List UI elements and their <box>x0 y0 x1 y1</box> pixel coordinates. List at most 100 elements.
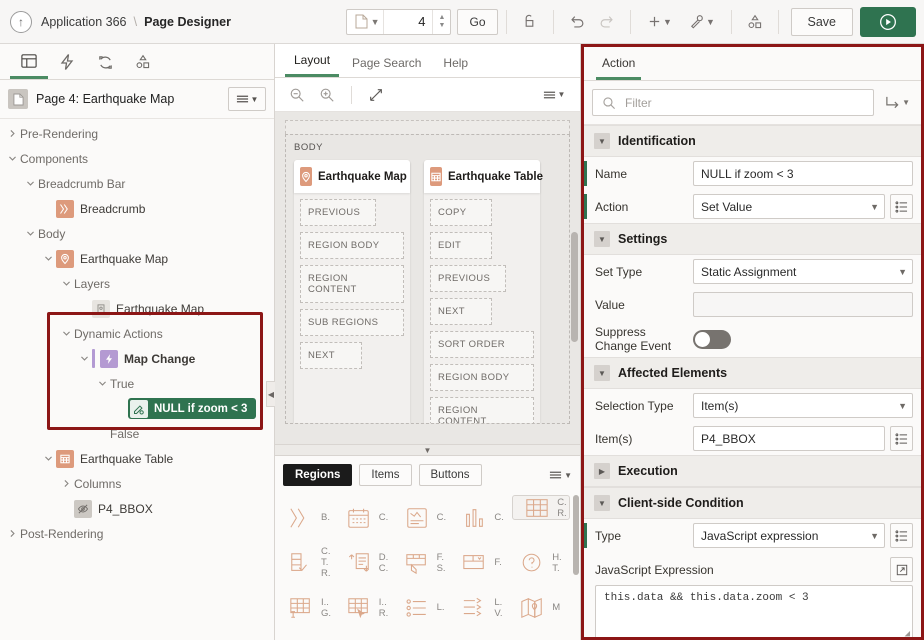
region-card-header[interactable]: Earthquake Table <box>424 160 543 193</box>
tree-twisty-down-icon[interactable] <box>58 326 74 342</box>
property-section-header[interactable]: ▼ Settings <box>584 223 921 255</box>
page-selector[interactable]: ▼ 4 ▲ ▼ <box>345 8 452 35</box>
tree-node[interactable]: Layers <box>0 271 274 296</box>
gallery-item[interactable]: F. S. <box>397 540 455 585</box>
gallery-tab-regions[interactable]: Regions <box>283 464 353 486</box>
region-card-header[interactable]: Earthquake Map <box>294 160 410 193</box>
tree-node[interactable]: Pre-Rendering <box>0 121 274 146</box>
save-button[interactable]: Save <box>790 7 853 36</box>
layout-menu-button[interactable]: ▼ <box>536 83 572 107</box>
gallery-item[interactable]: C. <box>454 495 512 540</box>
stepper-up-icon[interactable]: ▲ <box>439 14 446 22</box>
tree-twisty-down-icon[interactable] <box>58 276 74 292</box>
gallery-item[interactable]: L. <box>397 585 455 630</box>
gallery-item[interactable]: C. T. R. <box>281 540 339 585</box>
gallery-tab-items[interactable]: Items <box>359 464 412 486</box>
left-pane-collapse-handle[interactable]: ◀ <box>266 381 275 407</box>
rendering-tree[interactable]: Pre-Rendering Components Breadcrumb Bar Bre… <box>0 119 274 640</box>
property-section-header[interactable]: ▼ Identification <box>584 125 921 157</box>
tree-node[interactable]: Earthquake Map <box>0 246 274 271</box>
tree-node[interactable]: Components <box>0 146 274 171</box>
tab-shared-components[interactable] <box>124 45 162 79</box>
tree-node[interactable]: Post-Rendering <box>0 521 274 546</box>
region-slot[interactable]: NEXT <box>430 298 492 325</box>
property-select[interactable]: Item(s) ▼ <box>693 393 913 418</box>
tree-twisty-down-icon[interactable] <box>22 226 38 242</box>
tree-node[interactable]: P4_BBOX <box>0 496 274 521</box>
region-card[interactable]: Earthquake Table COPY EDIT PREVIOUS NEXT SORT… <box>424 160 543 423</box>
property-select[interactable]: Static Assignment ▼ <box>693 259 913 284</box>
tab-help[interactable]: Help <box>434 56 477 77</box>
utilities-button[interactable]: ▼ <box>681 8 723 36</box>
add-component-button[interactable]: ▼ <box>639 8 681 36</box>
javascript-expression-textarea[interactable]: this.data && this.data.zoom < 3 ◢ <box>595 585 913 637</box>
property-filter-box[interactable] <box>592 89 875 116</box>
chevron-down-icon[interactable]: ▼ <box>594 495 610 511</box>
expand-icon[interactable] <box>362 83 390 107</box>
tree-node[interactable]: Dynamic Actions <box>0 321 274 346</box>
resize-grip-icon[interactable]: ◢ <box>905 629 910 637</box>
region-slot[interactable]: EDIT <box>430 232 492 259</box>
page-selector-icon-group[interactable]: ▼ <box>347 9 385 34</box>
gallery-item[interactable]: C. R. <box>512 495 570 520</box>
property-input[interactable]: P4_BBOX <box>693 426 885 451</box>
region-slot[interactable]: REGION CONTENT <box>430 397 534 423</box>
gallery-tab-buttons[interactable]: Buttons <box>418 464 482 486</box>
gallery-grid[interactable]: B. C. C. C. C. R. C. T. R. D. C. F. S. F. H. T. I.… <box>275 493 580 640</box>
gallery-item[interactable]: C. <box>339 495 397 540</box>
region-slot[interactable]: REGION BODY <box>300 232 404 259</box>
region-slot[interactable]: NEXT <box>300 342 362 369</box>
gallery-menu-button[interactable]: ▼ <box>549 470 572 480</box>
page-number-stepper[interactable]: ▲ ▼ <box>432 9 450 34</box>
tree-node[interactable]: Breadcrumb <box>0 196 274 221</box>
page-number-value[interactable]: 4 <box>384 14 432 29</box>
chevron-down-icon[interactable]: ▼ <box>594 231 610 247</box>
canvas-resize-handle[interactable]: ▼ <box>275 444 580 455</box>
tree-twisty-right-icon[interactable] <box>4 526 20 542</box>
property-filter-input[interactable] <box>623 94 865 111</box>
property-select[interactable]: JavaScript expression ▼ <box>693 523 885 548</box>
property-select[interactable]: Set Value ▼ <box>693 194 885 219</box>
shared-components-icon[interactable] <box>740 8 770 36</box>
tree-node[interactable]: True <box>0 371 274 396</box>
property-input[interactable] <box>693 292 913 317</box>
tree-node[interactable]: Columns <box>0 471 274 496</box>
tree-node[interactable]: Body <box>0 221 274 246</box>
tree-twisty-down-icon[interactable] <box>4 151 20 167</box>
zoom-in-icon[interactable] <box>313 83 341 107</box>
property-section-header[interactable]: ▼ Affected Elements <box>584 357 921 389</box>
list-of-values-icon[interactable] <box>890 523 913 548</box>
tree-node[interactable]: Map Change <box>0 346 274 371</box>
tab-processing[interactable] <box>86 45 124 79</box>
tab-rendering[interactable] <box>10 45 48 79</box>
tab-page-search[interactable]: Page Search <box>343 56 430 77</box>
goto-group-button[interactable]: ▼ <box>881 95 913 110</box>
gallery-item[interactable]: C. <box>397 495 455 540</box>
tab-layout[interactable]: Layout <box>285 53 340 77</box>
tree-twisty-right-icon[interactable] <box>58 476 74 492</box>
tree-node[interactable]: False <box>0 421 274 446</box>
tree-node[interactable]: Earthquake Table <box>0 446 274 471</box>
gallery-item[interactable]: L. V. <box>454 585 512 630</box>
gallery-item[interactable]: F. <box>454 540 512 585</box>
property-section-header[interactable]: ▶ Execution <box>584 455 921 487</box>
canvas-scrollbar[interactable] <box>571 232 578 342</box>
tab-dynamic-actions[interactable] <box>48 45 86 79</box>
gallery-item[interactable]: H. T. <box>512 540 570 585</box>
tree-twisty-down-icon[interactable] <box>22 176 38 192</box>
tree-twisty-down-icon[interactable] <box>40 451 56 467</box>
tree-twisty-down-icon[interactable] <box>76 351 92 367</box>
tree-twisty-down-icon[interactable] <box>94 376 110 392</box>
region-slot[interactable]: PREVIOUS <box>300 199 376 226</box>
undo-icon[interactable] <box>562 8 592 36</box>
gallery-item[interactable]: I.. R. <box>339 585 397 630</box>
body-container[interactable]: BODY Earthquake Map PREVIOUS REGION BODY RE… <box>285 134 570 424</box>
expand-editor-icon[interactable] <box>890 557 913 582</box>
region-slot[interactable]: REGION BODY <box>430 364 534 391</box>
tree-node[interactable]: Breadcrumb Bar <box>0 171 274 196</box>
region-card[interactable]: Earthquake Map PREVIOUS REGION BODY REGION … <box>294 160 410 423</box>
region-slot[interactable]: REGION CONTENT <box>300 265 404 303</box>
selected-action-chip[interactable]: NULL if zoom < 3 <box>128 398 257 419</box>
region-slot[interactable]: COPY <box>430 199 492 226</box>
breadcrumb-application[interactable]: Application 366 <box>41 15 126 29</box>
